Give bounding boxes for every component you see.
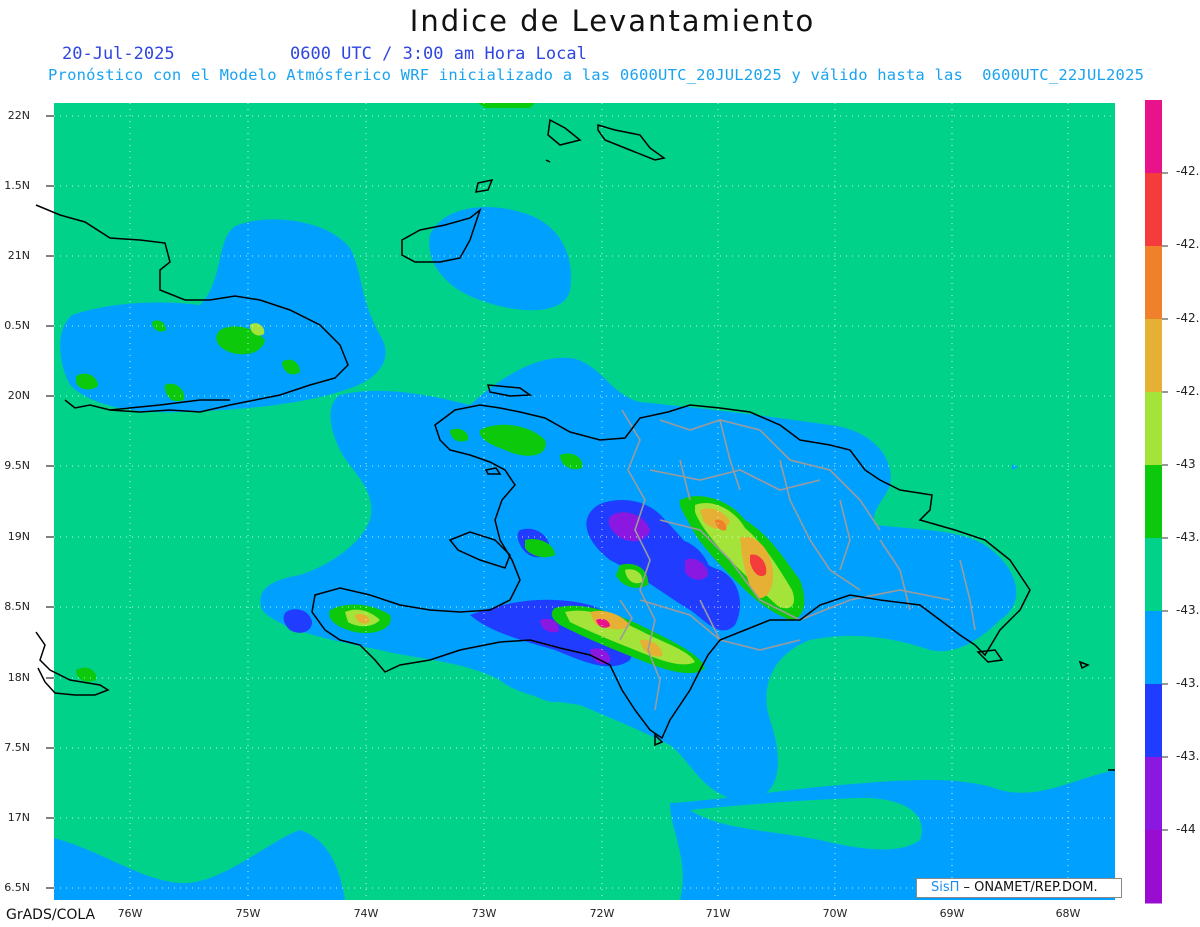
colorbar-segment	[1145, 611, 1162, 685]
colorbar-label: -43.8	[1176, 749, 1200, 763]
credit-box: SisΠ – ONAMET/REP.DOM.	[916, 878, 1122, 898]
axis-ticks	[46, 115, 54, 889]
lon-label: 75W	[235, 907, 261, 920]
lifted-index-map	[35, 100, 1168, 904]
lon-label: 69W	[939, 907, 965, 920]
colorbar-label: -43.6	[1176, 676, 1200, 690]
lat-label: 22N	[7, 109, 30, 122]
colorbar-label: -43.4	[1176, 603, 1200, 617]
lon-label: 70W	[822, 907, 848, 920]
lat-label: 1.5N	[4, 179, 30, 192]
lat-label: 20N	[7, 389, 30, 402]
colorbar-segment	[1145, 538, 1162, 612]
lon-label: 76W	[117, 907, 143, 920]
colorbar-label: -42.6	[1176, 311, 1200, 325]
colorbar-label: -44	[1176, 822, 1196, 836]
colorbar-segment	[1145, 246, 1162, 320]
colorbar-label: -42.2	[1176, 164, 1200, 178]
colorbar-label: -42.4	[1176, 237, 1200, 251]
colorbar	[1145, 100, 1168, 904]
colorbar-segment	[1145, 757, 1162, 831]
lat-label: 0.5N	[4, 319, 30, 332]
colorbar-segment	[1145, 173, 1162, 247]
lon-label: 71W	[705, 907, 731, 920]
lon-label: 68W	[1055, 907, 1081, 920]
lat-label: 17N	[7, 811, 30, 824]
colorbar-segment	[1145, 830, 1162, 904]
lat-label: 9.5N	[4, 459, 30, 472]
lon-label: 73W	[471, 907, 497, 920]
credit-brand: SisΠ	[931, 880, 960, 895]
lat-label: 8.5N	[4, 600, 30, 613]
colorbar-segment	[1145, 392, 1162, 466]
lat-label: 18N	[7, 671, 30, 684]
credit-text: – ONAMET/REP.DOM.	[959, 880, 1098, 895]
fill-green-top	[478, 103, 535, 108]
colorbar-segment	[1145, 319, 1162, 393]
colorbar-label: -43.2	[1176, 530, 1200, 544]
lat-label: 7.5N	[4, 741, 30, 754]
colorbar-label: -42.8	[1176, 384, 1200, 398]
software-credit: GrADS/COLA	[6, 907, 96, 923]
lat-label: 21N	[7, 249, 30, 262]
colorbar-segment	[1145, 684, 1162, 758]
colorbar-segment	[1145, 465, 1162, 539]
colorbar-segment	[1145, 100, 1162, 174]
colorbar-label: -43	[1176, 457, 1196, 471]
lat-label: 6.5N	[4, 881, 30, 894]
lon-label: 72W	[589, 907, 615, 920]
lat-label: 19N	[7, 530, 30, 543]
lon-label: 74W	[353, 907, 379, 920]
